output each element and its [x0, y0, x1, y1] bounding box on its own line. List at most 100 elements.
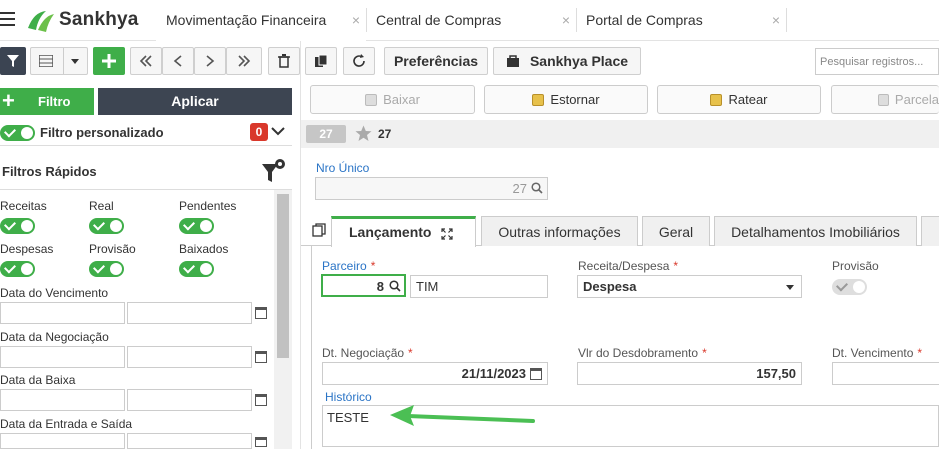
close-icon[interactable]: × [562, 0, 570, 40]
parceiro-label-text: Parceiro [322, 259, 367, 273]
calendar-icon[interactable] [255, 394, 267, 406]
preferencias-button[interactable]: Preferências [384, 47, 488, 75]
provisao-label: Provisão [832, 259, 879, 273]
filtro-personalizado-toggle[interactable] [0, 125, 35, 141]
historico-label: Histórico [325, 390, 372, 404]
copy-icon [878, 93, 889, 106]
tab-geral[interactable]: Geral [642, 216, 710, 246]
calendar-icon[interactable] [255, 351, 267, 363]
expand-icon[interactable] [441, 228, 453, 240]
preferencias-label: Preferências [393, 53, 479, 69]
search-input[interactable]: Pesquisar registros... [815, 48, 939, 75]
tab-detalhamentos-imobiliarios[interactable]: Detalhamentos Imobiliários [714, 216, 917, 246]
close-icon[interactable]: × [772, 0, 780, 40]
first-record-button[interactable] [130, 47, 162, 75]
menu-icon[interactable] [0, 12, 16, 26]
tab-label: Detalhamentos Imobiliários [731, 224, 900, 240]
quick-filter-baixados-toggle[interactable] [179, 261, 214, 277]
receita-despesa-select[interactable]: Despesa [577, 275, 802, 298]
filter-toggle-button[interactable] [0, 47, 26, 75]
record-id-badge: 27 [306, 125, 346, 143]
tab-divider [786, 8, 787, 32]
sankhya-place-button[interactable]: Sankhya Place [493, 47, 641, 75]
parceiro-name-field[interactable]: TIM [410, 275, 548, 298]
calendar-icon[interactable] [255, 307, 267, 319]
parcelar-label: Parcela [894, 92, 939, 107]
tab-outras-informacoes[interactable]: Outras informações [481, 216, 638, 246]
delete-button[interactable] [268, 47, 300, 75]
last-record-button[interactable] [226, 47, 262, 75]
close-icon[interactable]: × [352, 0, 360, 40]
estornar-button[interactable]: Estornar [484, 85, 648, 114]
tab-label: Outras informações [498, 224, 621, 240]
parcelar-button[interactable]: Parcela [831, 85, 939, 114]
tab-central-de-compras[interactable]: Central de Compras × [366, 0, 576, 41]
search-icon[interactable] [389, 280, 401, 292]
data-baixa-to[interactable] [127, 389, 252, 411]
search-icon[interactable] [531, 182, 543, 194]
parceiro-name-value: TIM [416, 279, 439, 294]
aplicar-button[interactable]: Aplicar [98, 88, 292, 115]
quick-filter-pendentes-toggle[interactable] [179, 218, 214, 234]
calendar-icon[interactable] [530, 368, 542, 380]
calendar-icon[interactable] [255, 437, 267, 447]
quick-filter-despesas-toggle[interactable] [0, 261, 35, 277]
filtros-rapidos-title: Filtros Rápidos [2, 164, 97, 179]
top-bar: Sankhya Movimentação Financeira × Centra… [0, 0, 939, 41]
plus-icon: + [2, 88, 15, 113]
prev-record-button[interactable] [162, 47, 194, 75]
left-panel-scroll-thumb[interactable] [277, 194, 289, 358]
star-icon[interactable] [355, 125, 372, 142]
trash-icon [278, 54, 290, 68]
filtros-rapidos-header: Filtros Rápidos [0, 152, 292, 190]
sankhya-place-label: Sankhya Place [529, 53, 629, 69]
dt-vencimento-label-text: Dt. Vencimento [832, 346, 914, 360]
dt-vencimento-field[interactable] [832, 362, 939, 385]
receita-despesa-label: Receita/Despesa * [578, 259, 679, 273]
dt-vencimento-label: Dt. Vencimento * [832, 346, 923, 360]
data-negociacao-from[interactable] [0, 346, 125, 368]
tab-label: Portal de Compras [586, 12, 703, 28]
next-record-button[interactable] [194, 47, 226, 75]
quick-filter-receitas-toggle[interactable] [0, 218, 35, 234]
app-name: Sankhya [59, 9, 139, 30]
tab-movimentacao-financeira[interactable]: Movimentação Financeira × [156, 0, 366, 41]
quick-filter-real-label: Real [89, 199, 114, 213]
nro-unico-label: Nro Único [316, 161, 370, 175]
last-icon [238, 55, 251, 67]
provisao-toggle[interactable] [832, 279, 867, 295]
filtro-label: Filtro [38, 94, 71, 109]
ratear-button[interactable]: Ratear [657, 85, 821, 114]
data-entrada-saida-from[interactable] [0, 433, 125, 449]
sankhya-logo-icon [28, 11, 54, 32]
tab-lancamento[interactable]: Lançamento [331, 216, 476, 247]
arrow-annotation-icon [390, 405, 535, 426]
view-mode-button[interactable] [30, 47, 88, 75]
data-vencimento-from[interactable] [0, 302, 125, 324]
duplicate-button[interactable] [305, 47, 337, 75]
copy-icon[interactable] [312, 223, 326, 237]
dt-negociacao-field[interactable]: 21/11/2023 [322, 362, 548, 385]
refresh-button[interactable] [343, 47, 375, 75]
coins-icon [532, 93, 545, 106]
bag-icon [506, 55, 519, 67]
add-button[interactable] [93, 47, 125, 75]
data-negociacao-label: Data da Negociação [0, 330, 109, 344]
quick-filter-provisao-toggle[interactable] [89, 261, 124, 277]
dt-negociacao-label-text: Dt. Negociação [322, 346, 405, 360]
grid-icon [39, 55, 53, 67]
prev-icon [173, 55, 182, 67]
chevron-down-icon[interactable] [270, 123, 286, 139]
tab-label: Lançamento [349, 224, 432, 240]
filter-settings-icon[interactable] [260, 158, 286, 184]
vlr-desdobramento-field[interactable]: 157,50 [577, 362, 802, 385]
data-baixa-from[interactable] [0, 389, 125, 411]
data-vencimento-to[interactable] [127, 302, 252, 324]
data-entrada-saida-to[interactable] [127, 433, 252, 449]
baixar-button[interactable]: Baixar [310, 85, 475, 114]
tab-more[interactable] [921, 216, 939, 246]
data-negociacao-to[interactable] [127, 346, 252, 368]
quick-filter-real-toggle[interactable] [89, 218, 124, 234]
filtro-button[interactable]: + Filtro [0, 88, 94, 115]
tab-portal-de-compras[interactable]: Portal de Compras × [576, 0, 786, 41]
